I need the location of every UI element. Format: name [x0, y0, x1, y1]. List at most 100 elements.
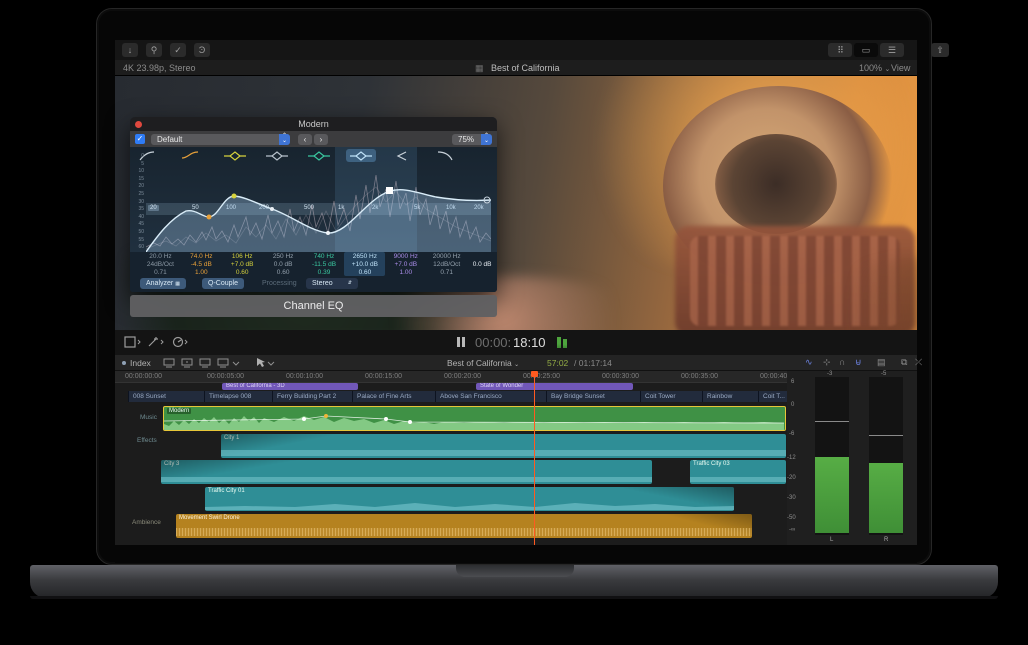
retime-icon[interactable]	[171, 336, 189, 348]
band-5[interactable]: 740 Hz-11.5 dB0.39	[304, 252, 345, 276]
timeline-area[interactable]: 00:00:00:00 00:00:05:00 00:00:10:00 00:0…	[115, 371, 787, 545]
video-clip[interactable]: Palace of Fine Arts	[352, 391, 435, 402]
video-clip[interactable]: Ferry Building Part 2	[272, 391, 352, 402]
analyzer-button[interactable]: Analyzer ▦	[140, 278, 186, 289]
audio-clip-traffic03[interactable]: Traffic City 03	[690, 460, 786, 484]
left-channel-label: L	[830, 537, 833, 543]
project-title-dropdown[interactable]: Best of California ⌄	[447, 358, 519, 368]
db-scale: 05 1015 2025 3035 4045 5055 60	[132, 153, 144, 252]
marker-bar[interactable]: State of Wonder	[476, 383, 633, 390]
index-button[interactable]: Index	[130, 358, 151, 368]
peak-hold-left	[815, 421, 849, 422]
meter-scale-tick: -∞	[789, 527, 795, 533]
screenshot-stage: { "app": { "toolbar_icons_left": ["impor…	[0, 0, 1028, 645]
chevron-down-icon: ⌄	[885, 66, 891, 73]
master-gain[interactable]: 0.0 dB	[467, 252, 497, 276]
video-clip[interactable]: Timelapse 008	[204, 391, 272, 402]
band-8[interactable]: 20000 Hz12dB/Oct0.71	[426, 252, 467, 276]
import-icon[interactable]: ↓	[122, 43, 138, 57]
timecode-prefix: 00:00:	[475, 335, 511, 350]
video-clip[interactable]: 008 Sunset	[128, 391, 204, 402]
tasks-check-icon[interactable]: ✓	[170, 43, 186, 57]
eq-window-titlebar[interactable]: Modern	[130, 117, 497, 131]
up-down-arrows-icon: ⇵	[348, 278, 352, 289]
audio-clip-city3[interactable]: City 3	[161, 460, 652, 484]
meter-well-right	[869, 377, 903, 535]
q-couple-button[interactable]: Q-Couple	[202, 278, 244, 289]
video-clip[interactable]: Rainbow	[702, 391, 758, 402]
enhancements-wand-icon[interactable]	[147, 336, 165, 348]
snapping-magnet-icon[interactable]: ⊌	[855, 357, 862, 368]
band-3[interactable]: 106 Hz+7.0 dB0.60	[222, 252, 263, 276]
share-icon[interactable]: ⇧	[931, 43, 949, 57]
solo-headphones-icon[interactable]: ∩	[839, 357, 845, 367]
total-time: / 01:17:14	[574, 358, 612, 368]
video-clip[interactable]: Above San Francisco	[435, 391, 546, 402]
edit-buttons-group[interactable]	[163, 358, 243, 368]
browser-grid-icon[interactable]: ⠿	[828, 43, 852, 57]
pause-icon[interactable]	[462, 337, 465, 347]
key-icon[interactable]: ⚲	[146, 43, 162, 57]
app-toolbar: ↓ ⚲ ✓ Ͽ ⠿ ▭ ☰ ⇧	[115, 40, 917, 60]
timeline-windows-icon[interactable]: ⧉	[901, 357, 907, 368]
preset-dropdown[interactable]: Default ⌃⌄	[151, 134, 290, 145]
eq-bottom-buttons: Analyzer ▦ Q-Couple Processing Stereo ⇵	[130, 276, 497, 292]
close-timeline-icon[interactable]: ⤫	[915, 357, 922, 368]
meter-scale-tick: -30	[787, 495, 796, 501]
video-clip[interactable]: Coit Tower	[640, 391, 702, 402]
right-channel-label: R	[884, 537, 888, 543]
role-label-effects: Effects	[137, 437, 157, 444]
meter-fill-left	[815, 457, 849, 533]
mix-stepper[interactable]: 75% ⌃⌄	[452, 134, 492, 145]
inspector-sliders-icon[interactable]: ☰	[880, 43, 904, 57]
waveform	[176, 528, 752, 536]
bypass-checkbox[interactable]: ✓	[135, 134, 145, 144]
timeline-ruler[interactable]: 00:00:00:00 00:00:05:00 00:00:10:00 00:0…	[115, 371, 787, 383]
eq-graph[interactable]: 05 1015 2025 3035 4045 5055 60 20 50 100…	[130, 147, 497, 252]
meter-scale-tick: -50	[787, 515, 796, 521]
audio-meters-panel: 6 0 -6 -12 -20 -30 -50 -∞ -3 -5 L R	[787, 371, 917, 545]
clip-appearance-icon[interactable]: ▤	[877, 357, 886, 368]
effects-lasso-icon[interactable]: Ͽ	[194, 43, 210, 57]
index-dot-icon	[122, 361, 126, 365]
laptop-base-edge	[30, 596, 998, 599]
audio-clip-modern[interactable]: Modern	[163, 406, 786, 431]
keyframe-line[interactable]	[164, 407, 784, 431]
band-4[interactable]: 250 Hz0.0 dB0.60	[263, 252, 304, 276]
chevron-down-icon: ⌄	[514, 362, 519, 368]
next-preset-button[interactable]: ›	[314, 134, 328, 145]
video-clip[interactable]: Coit T...	[758, 391, 787, 402]
bottom-bezel	[115, 545, 917, 563]
mode-dropdown[interactable]: Stereo ⇵	[306, 278, 358, 289]
band-1[interactable]: 20.0 Hz24dB/Oct0.71	[140, 252, 181, 276]
close-icon[interactable]	[135, 121, 142, 128]
band-6-selected[interactable]: 2650 Hz+10.0 dB0.60	[344, 252, 385, 276]
skimming-icon[interactable]: ∿	[805, 357, 813, 368]
audio-skimming-icon[interactable]: ⊹	[823, 357, 831, 368]
arrow-tool-dropdown[interactable]	[255, 358, 275, 368]
band-2[interactable]: 74.0 Hz-4.5 dB1.00	[181, 252, 222, 276]
band-7[interactable]: 9000 Hz+7.0 dB1.00	[385, 252, 426, 276]
eq-curve-plot	[146, 147, 491, 252]
video-clip[interactable]: Bay Bridge Sunset	[546, 391, 640, 402]
analyzer-menu-icon: ▦	[175, 281, 180, 287]
playhead-line[interactable]	[534, 371, 535, 545]
processing-label: Processing	[262, 280, 297, 287]
pause-icon[interactable]	[457, 337, 460, 347]
meter-scale-tick: -6	[789, 431, 794, 437]
role-label-music: Music	[140, 414, 157, 421]
audio-clip-drone[interactable]: Movement Swirl Drone	[176, 514, 752, 538]
prev-preset-button[interactable]: ‹	[298, 134, 312, 145]
audio-clip-city1[interactable]: City 1	[221, 434, 786, 458]
meter-scale-tick: -12	[787, 455, 796, 461]
chevron-up-down-icon: ⌃⌄	[279, 134, 290, 145]
laptop-lid-notch	[456, 565, 574, 577]
timecode-value: 18:10	[513, 335, 546, 350]
viewer-filmstrip-icon[interactable]: ▭	[854, 43, 878, 57]
marker-bar[interactable]: Best of California - 3D	[222, 383, 358, 390]
mini-meter-right	[563, 339, 567, 348]
crop-tool-icon[interactable]	[123, 336, 141, 348]
transport-bar: 00:00: 18:10	[115, 330, 917, 355]
audio-clip-traffic01[interactable]: Traffic City 01	[205, 487, 734, 511]
timeline-toolbar: Index Best of California ⌄ 57:02 / 01:17…	[115, 355, 917, 371]
